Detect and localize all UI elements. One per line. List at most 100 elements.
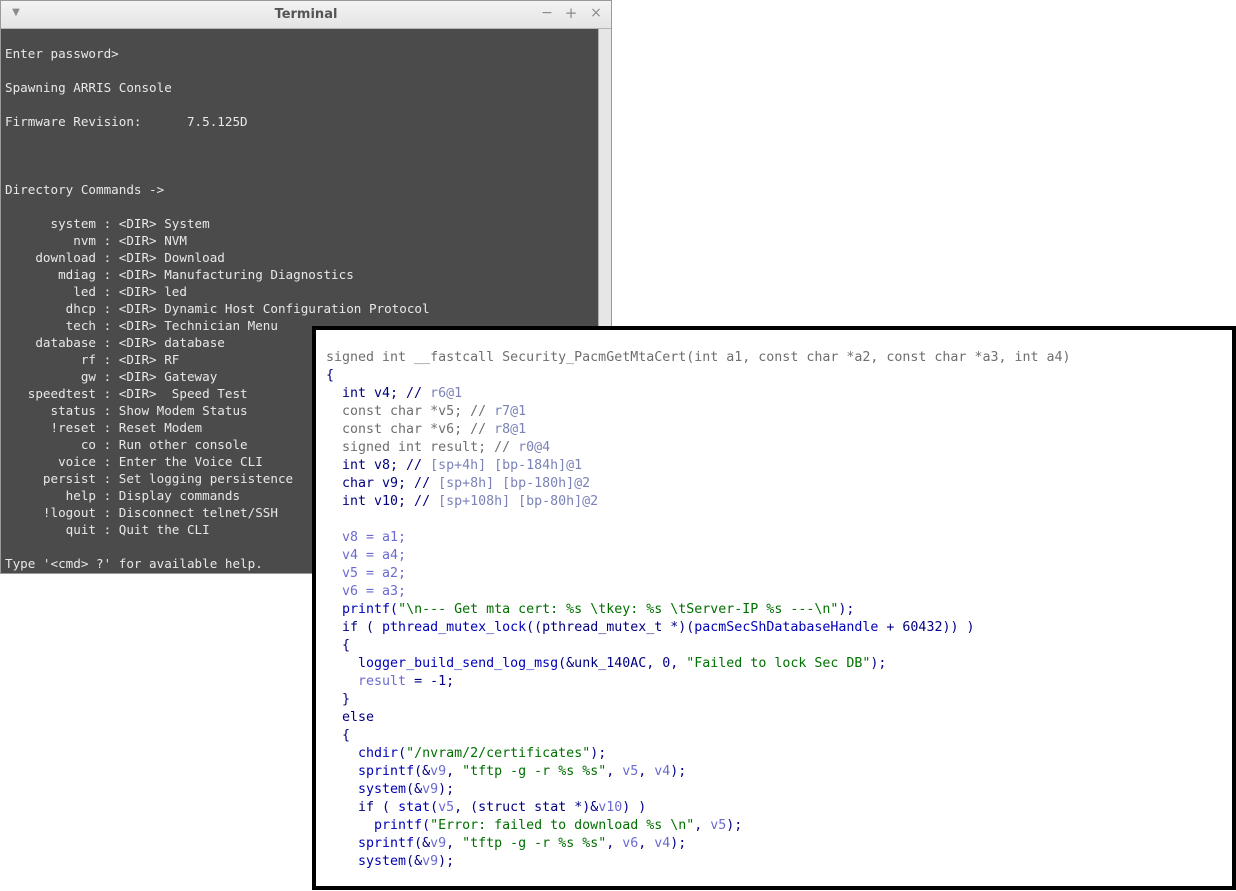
terminal-line: nvm : <DIR> NVM [5,233,187,248]
code-function: sprintf [358,836,415,851]
terminal-line: help : Display commands [5,488,241,503]
code-line: { [326,638,351,653]
code-line: v8 = a1; [326,530,407,545]
terminal-line: quit : Quit the CLI [5,522,210,537]
code-function: system [358,782,407,797]
code-line: system(&v9); [326,853,454,871]
code-line: else [326,710,375,725]
terminal-line: dhcp : <DIR> Dynamic Host Configuration … [5,301,430,316]
code-symbol: pacmSecShDatabaseHandle [694,620,879,635]
terminal-line: gw : <DIR> Gateway [5,369,218,384]
code-variable: v9 [430,764,447,779]
window-title: Terminal [274,7,338,22]
code-variable: v9 [430,836,447,851]
code-line: if ( pthread_mutex_lock((pthread_mutex_t… [326,619,974,637]
code-comment: r7@1 [494,404,527,419]
code-function: chdir [358,746,399,761]
code-string: "Error: failed to download %s \n" [430,818,695,833]
code-line: v5 = a2; [326,566,407,581]
code-string: "\n--- Get mta cert: %s \tkey: %s \tServ… [398,602,839,617]
code-line: const char *v6; // r8@1 [326,421,526,439]
code-text: (& [414,836,431,851]
code-variable: v10 [598,800,623,815]
code-text: signed int result; // [326,440,519,455]
code-function: system [358,854,407,869]
terminal-line: Firmware Revision: 7.5.125D [5,114,248,129]
code-string: "Failed to lock Sec DB" [686,656,871,671]
code-text: const char *v5; // [326,404,495,419]
code-function: stat [398,800,431,815]
code-text: , [606,764,623,779]
code-line: printf("\n--- Get mta cert: %s \tkey: %s… [326,601,854,619]
code-text: (& [414,764,431,779]
code-comment: [sp+8h] [bp-180h]@2 [438,476,591,491]
code-text: printf( [326,818,431,833]
code-text: ( [398,746,407,761]
code-line: logger_build_send_log_msg(&unk_140AC, 0,… [326,655,886,673]
code-line: result = -1; [326,673,454,691]
terminal-line: tech : <DIR> Technician Menu [5,318,278,333]
code-text: int v10; // [326,494,439,509]
code-variable: v5 [622,764,639,779]
code-text: ); [870,656,887,671]
code-line: chdir("/nvram/2/certificates"); [326,745,606,763]
terminal-line: database : <DIR> database [5,335,225,350]
code-text: , [446,836,463,851]
code-variable: v5 [438,800,455,815]
decompiled-code-panel: signed int __fastcall Security_PacmGetMt… [312,326,1236,890]
code-text: , [606,836,623,851]
terminal-line: system : <DIR> System [5,216,210,231]
code-text: (&unk_140AC, 0, [558,656,687,671]
code-text: , [638,764,655,779]
terminal-line: rf : <DIR> RF [5,352,180,367]
code-text: ); [438,854,455,869]
terminal-titlebar[interactable]: ▼ Terminal − + × [1,1,611,29]
code-text: if ( [326,620,383,635]
code-line: } [326,692,351,707]
code-function: sprintf [358,764,415,779]
code-text: (& [406,854,423,869]
terminal-line: Type '<cmd> ?' for available help. [5,556,263,571]
code-line: int v8; // [sp+4h] [bp-184h]@1 [326,457,582,475]
code-text: , [694,818,711,833]
code-line: { [326,728,351,743]
code-text: ); [670,764,687,779]
code-variable: v4 [654,764,671,779]
code-function: pthread_mutex_lock [382,620,527,635]
code-text: ( [430,800,439,815]
code-variable: result [358,674,407,689]
code-text: ); [838,602,855,617]
code-variable: v4 [654,836,671,851]
code-string: "tftp -g -r %s %s" [462,764,607,779]
code-comment: [sp+108h] [bp-80h]@2 [438,494,599,509]
code-text: , [446,764,463,779]
close-icon[interactable]: × [587,4,605,22]
code-text: , (struct stat *)& [454,800,599,815]
code-string: "/nvram/2/certificates" [406,746,591,761]
terminal-line: mdiag : <DIR> Manufacturing Diagnostics [5,267,354,282]
code-comment: r0@4 [518,440,551,455]
code-text: ); [726,818,743,833]
code-text: ); [590,746,607,761]
code-text: ) ) [622,800,647,815]
code-variable: v9 [422,782,439,797]
code-text: ((pthread_mutex_t *)( [526,620,695,635]
code-text: char v9; // [326,476,439,491]
code-line: { [326,368,335,383]
maximize-icon[interactable]: + [562,4,580,22]
code-line: char v9; // [sp+8h] [bp-180h]@2 [326,475,590,493]
terminal-line: voice : Enter the Voice CLI [5,454,263,469]
code-variable: v6 [622,836,639,851]
code-variable: v9 [422,854,439,869]
code-text: + 60432)) ) [878,620,975,635]
minimize-icon[interactable]: − [538,4,556,22]
code-text: ); [438,782,455,797]
code-line: printf("Error: failed to download %s \n"… [326,817,742,835]
terminal-line: !reset : Reset Modem [5,420,203,435]
